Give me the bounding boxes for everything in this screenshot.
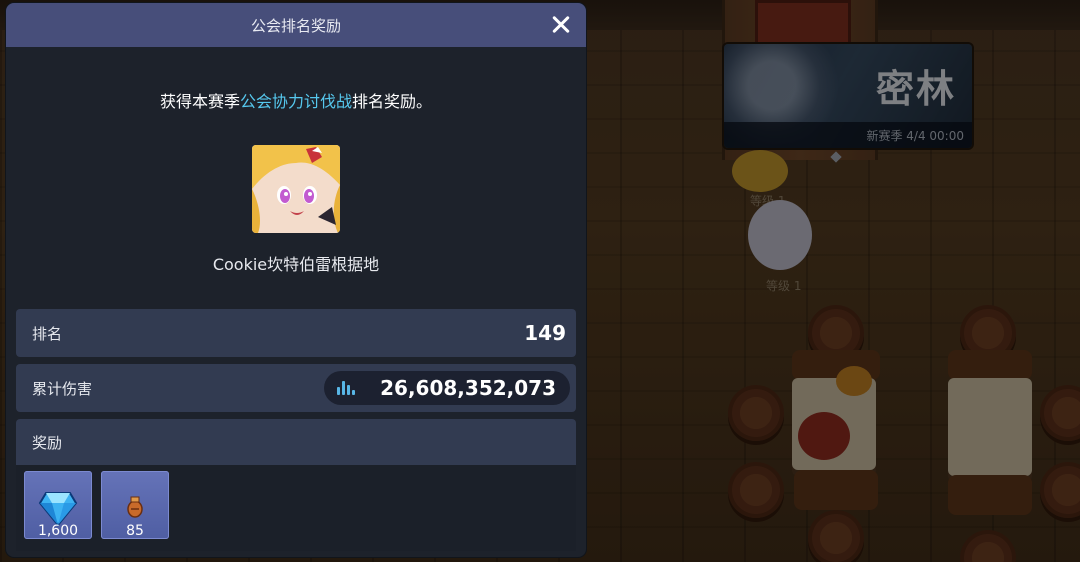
close-button[interactable] (546, 10, 576, 40)
reward-row: 奖励 (16, 419, 576, 465)
reward-item-pouch[interactable]: 85 (101, 471, 169, 539)
panel-title: 公会排名奖励 (250, 16, 341, 35)
intro-prefix: 获得本赛季 (159, 92, 240, 111)
rank-value: 149 (524, 321, 566, 345)
damage-row: 累计伤害 26,608,352,073 (16, 364, 576, 412)
reward-count: 1,600 (37, 523, 79, 539)
panel-header: 公会排名奖励 (6, 3, 586, 47)
damage-label: 累计伤害 (32, 379, 93, 398)
guild-ranking-reward-panel: 公会排名奖励 获得本赛季公会协力讨伐战排名奖励。 Cookie坎特伯雷根据地 排… (6, 3, 586, 557)
guild-emblem (252, 145, 340, 233)
rank-row: 排名 149 (16, 309, 576, 357)
reward-list: 1,600 85 (16, 465, 576, 551)
rank-label: 排名 (32, 324, 63, 343)
intro-text: 获得本赛季公会协力讨伐战排名奖励。 (6, 88, 586, 112)
damage-chart-icon (337, 381, 357, 395)
reward-label: 奖励 (32, 433, 63, 452)
event-name-highlight: 公会协力讨伐战 (239, 92, 352, 111)
damage-pill[interactable]: 26,608,352,073 (324, 371, 570, 405)
intro-suffix: 排名奖励。 (352, 92, 433, 111)
reward-item-crystal[interactable]: 1,600 (24, 471, 92, 539)
guild-name: Cookie坎特伯雷根据地 (212, 255, 380, 274)
guild-emblem-portrait-icon (252, 145, 340, 233)
damage-value: 26,608,352,073 (380, 376, 556, 400)
reward-count: 85 (126, 523, 144, 539)
